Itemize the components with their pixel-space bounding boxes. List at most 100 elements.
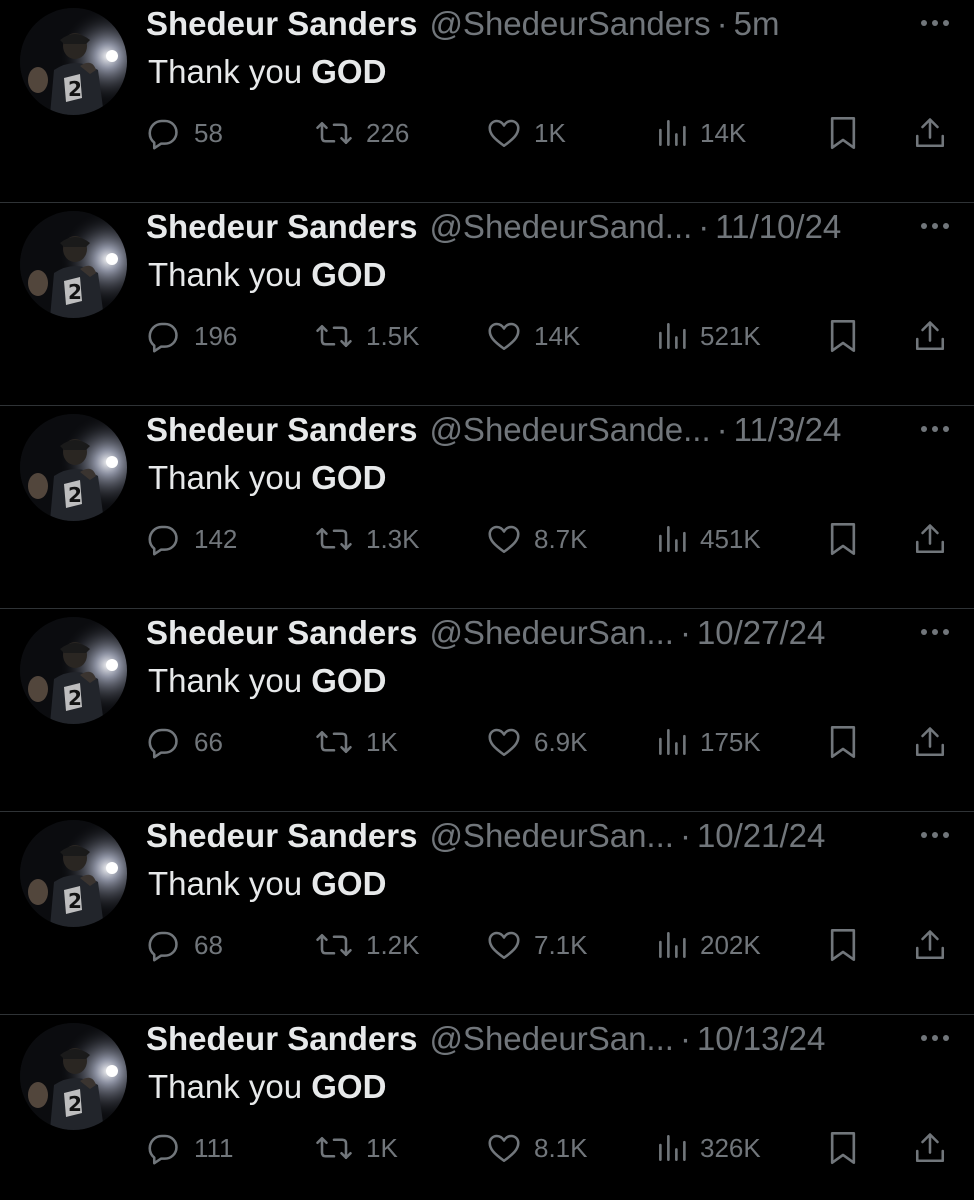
repost-count: 1K	[366, 1132, 398, 1163]
repost-button[interactable]: 1.5K	[314, 313, 420, 359]
tweet-6[interactable]: 2 Shedeur Sanders @ShedeurSan... · 10/13…	[0, 1015, 974, 1200]
timestamp[interactable]: 10/27/24	[697, 611, 825, 655]
like-icon	[488, 728, 520, 757]
repost-button[interactable]: 226	[314, 110, 409, 156]
author-handle[interactable]: @ShedeurSand...	[429, 205, 692, 249]
avatar[interactable]: 2	[20, 8, 127, 115]
more-icon[interactable]	[918, 13, 952, 33]
repost-button[interactable]: 1.3K	[314, 516, 420, 562]
like-count: 6.9K	[534, 726, 588, 757]
avatar[interactable]: 2	[20, 414, 127, 521]
more-icon[interactable]	[918, 419, 952, 439]
retweet-icon	[316, 933, 352, 957]
tweet-text-bold: GOD	[311, 865, 387, 902]
tweet-text-bold: GOD	[311, 662, 387, 699]
author-name[interactable]: Shedeur Sanders	[146, 2, 417, 46]
views-button[interactable]: 202K	[656, 922, 761, 968]
author-handle[interactable]: @ShedeurSanders	[429, 2, 710, 46]
like-count: 1K	[534, 117, 566, 148]
more-icon[interactable]	[918, 622, 952, 642]
share-button[interactable]	[912, 922, 948, 968]
views-button[interactable]: 175K	[656, 719, 761, 765]
share-button[interactable]	[912, 110, 948, 156]
share-button[interactable]	[912, 719, 948, 765]
bookmark-icon	[830, 929, 856, 961]
separator-dot: ·	[716, 5, 728, 42]
timestamp[interactable]: 10/21/24	[697, 814, 825, 858]
share-button[interactable]	[912, 516, 948, 562]
author-name[interactable]: Shedeur Sanders	[146, 814, 417, 858]
timestamp[interactable]: 10/13/24	[697, 1017, 825, 1061]
reply-button[interactable]: 142	[146, 516, 237, 562]
views-button[interactable]: 451K	[656, 516, 761, 562]
like-button[interactable]: 7.1K	[486, 922, 588, 968]
tweet-header: Shedeur Sanders @ShedeurSan... · 10/21/2…	[146, 814, 878, 858]
timestamp[interactable]: 5m	[734, 2, 780, 46]
author-handle[interactable]: @ShedeurSan...	[429, 1017, 674, 1061]
separator-dot: ·	[716, 411, 728, 448]
views-button[interactable]: 326K	[656, 1125, 761, 1171]
repost-count: 1.3K	[366, 523, 420, 554]
repost-button[interactable]: 1.2K	[314, 922, 420, 968]
author-name[interactable]: Shedeur Sanders	[146, 205, 417, 249]
tweet-text-plain: Thank you	[148, 662, 312, 699]
views-icon	[659, 729, 686, 755]
share-button[interactable]	[912, 1125, 948, 1171]
bookmark-button[interactable]	[826, 516, 860, 562]
views-button[interactable]: 521K	[656, 313, 761, 359]
avatar[interactable]: 2	[20, 820, 127, 927]
retweet-icon	[316, 121, 352, 145]
avatar[interactable]: 2	[20, 617, 127, 724]
timestamp[interactable]: 11/3/24	[734, 408, 842, 452]
bookmark-icon	[830, 117, 856, 149]
like-button[interactable]: 8.1K	[486, 1125, 588, 1171]
bookmark-button[interactable]	[826, 719, 860, 765]
tweet-text-plain: Thank you	[148, 865, 312, 902]
bookmark-icon	[830, 320, 856, 352]
bookmark-button[interactable]	[826, 313, 860, 359]
timestamp[interactable]: 11/10/24	[715, 205, 841, 249]
author-name[interactable]: Shedeur Sanders	[146, 1017, 417, 1061]
like-button[interactable]: 6.9K	[486, 719, 588, 765]
tweet-5[interactable]: 2 Shedeur Sanders @ShedeurSan... · 10/21…	[0, 812, 974, 1015]
reply-button[interactable]: 66	[146, 719, 223, 765]
repost-button[interactable]: 1K	[314, 1125, 398, 1171]
views-icon	[659, 323, 686, 349]
repost-button[interactable]: 1K	[314, 719, 398, 765]
share-button[interactable]	[912, 313, 948, 359]
more-icon[interactable]	[918, 825, 952, 845]
like-count: 8.1K	[534, 1132, 588, 1163]
tweet-1[interactable]: 2 Shedeur Sanders @ShedeurSanders · 5m T…	[0, 0, 974, 203]
tweet-4[interactable]: 2 Shedeur Sanders @ShedeurSan... · 10/27…	[0, 609, 974, 812]
tweet-2[interactable]: 2 Shedeur Sanders @ShedeurSand... · 11/1…	[0, 203, 974, 406]
author-handle[interactable]: @ShedeurSan...	[429, 814, 674, 858]
svg-text:2: 2	[68, 1092, 82, 1116]
like-button[interactable]: 8.7K	[486, 516, 588, 562]
bookmark-button[interactable]	[826, 1125, 860, 1171]
avatar[interactable]: 2	[20, 211, 127, 318]
reply-button[interactable]: 68	[146, 922, 223, 968]
bookmark-button[interactable]	[826, 922, 860, 968]
author-name[interactable]: Shedeur Sanders	[146, 611, 417, 655]
like-icon	[488, 931, 520, 960]
repost-count: 226	[366, 117, 410, 148]
like-button[interactable]: 1K	[486, 110, 566, 156]
author-handle[interactable]: @ShedeurSan...	[429, 611, 674, 655]
bookmark-button[interactable]	[826, 110, 860, 156]
more-icon[interactable]	[918, 216, 952, 236]
reply-button[interactable]: 196	[146, 313, 237, 359]
action-bar: 58 226 1K 14K	[0, 110, 974, 156]
reply-button[interactable]: 111	[146, 1125, 234, 1171]
author-name[interactable]: Shedeur Sanders	[146, 408, 417, 452]
more-icon[interactable]	[918, 1028, 952, 1048]
avatar[interactable]: 2	[20, 1023, 127, 1130]
svg-text:2: 2	[68, 483, 82, 507]
author-handle[interactable]: @ShedeurSande...	[429, 408, 710, 452]
separator-dot: ·	[679, 817, 691, 854]
views-button[interactable]: 14K	[656, 110, 746, 156]
tweet-text-bold: GOD	[311, 459, 387, 496]
svg-text:2: 2	[68, 889, 82, 913]
reply-button[interactable]: 58	[146, 110, 223, 156]
like-button[interactable]: 14K	[486, 313, 580, 359]
tweet-3[interactable]: 2 Shedeur Sanders @ShedeurSande... · 11/…	[0, 406, 974, 609]
